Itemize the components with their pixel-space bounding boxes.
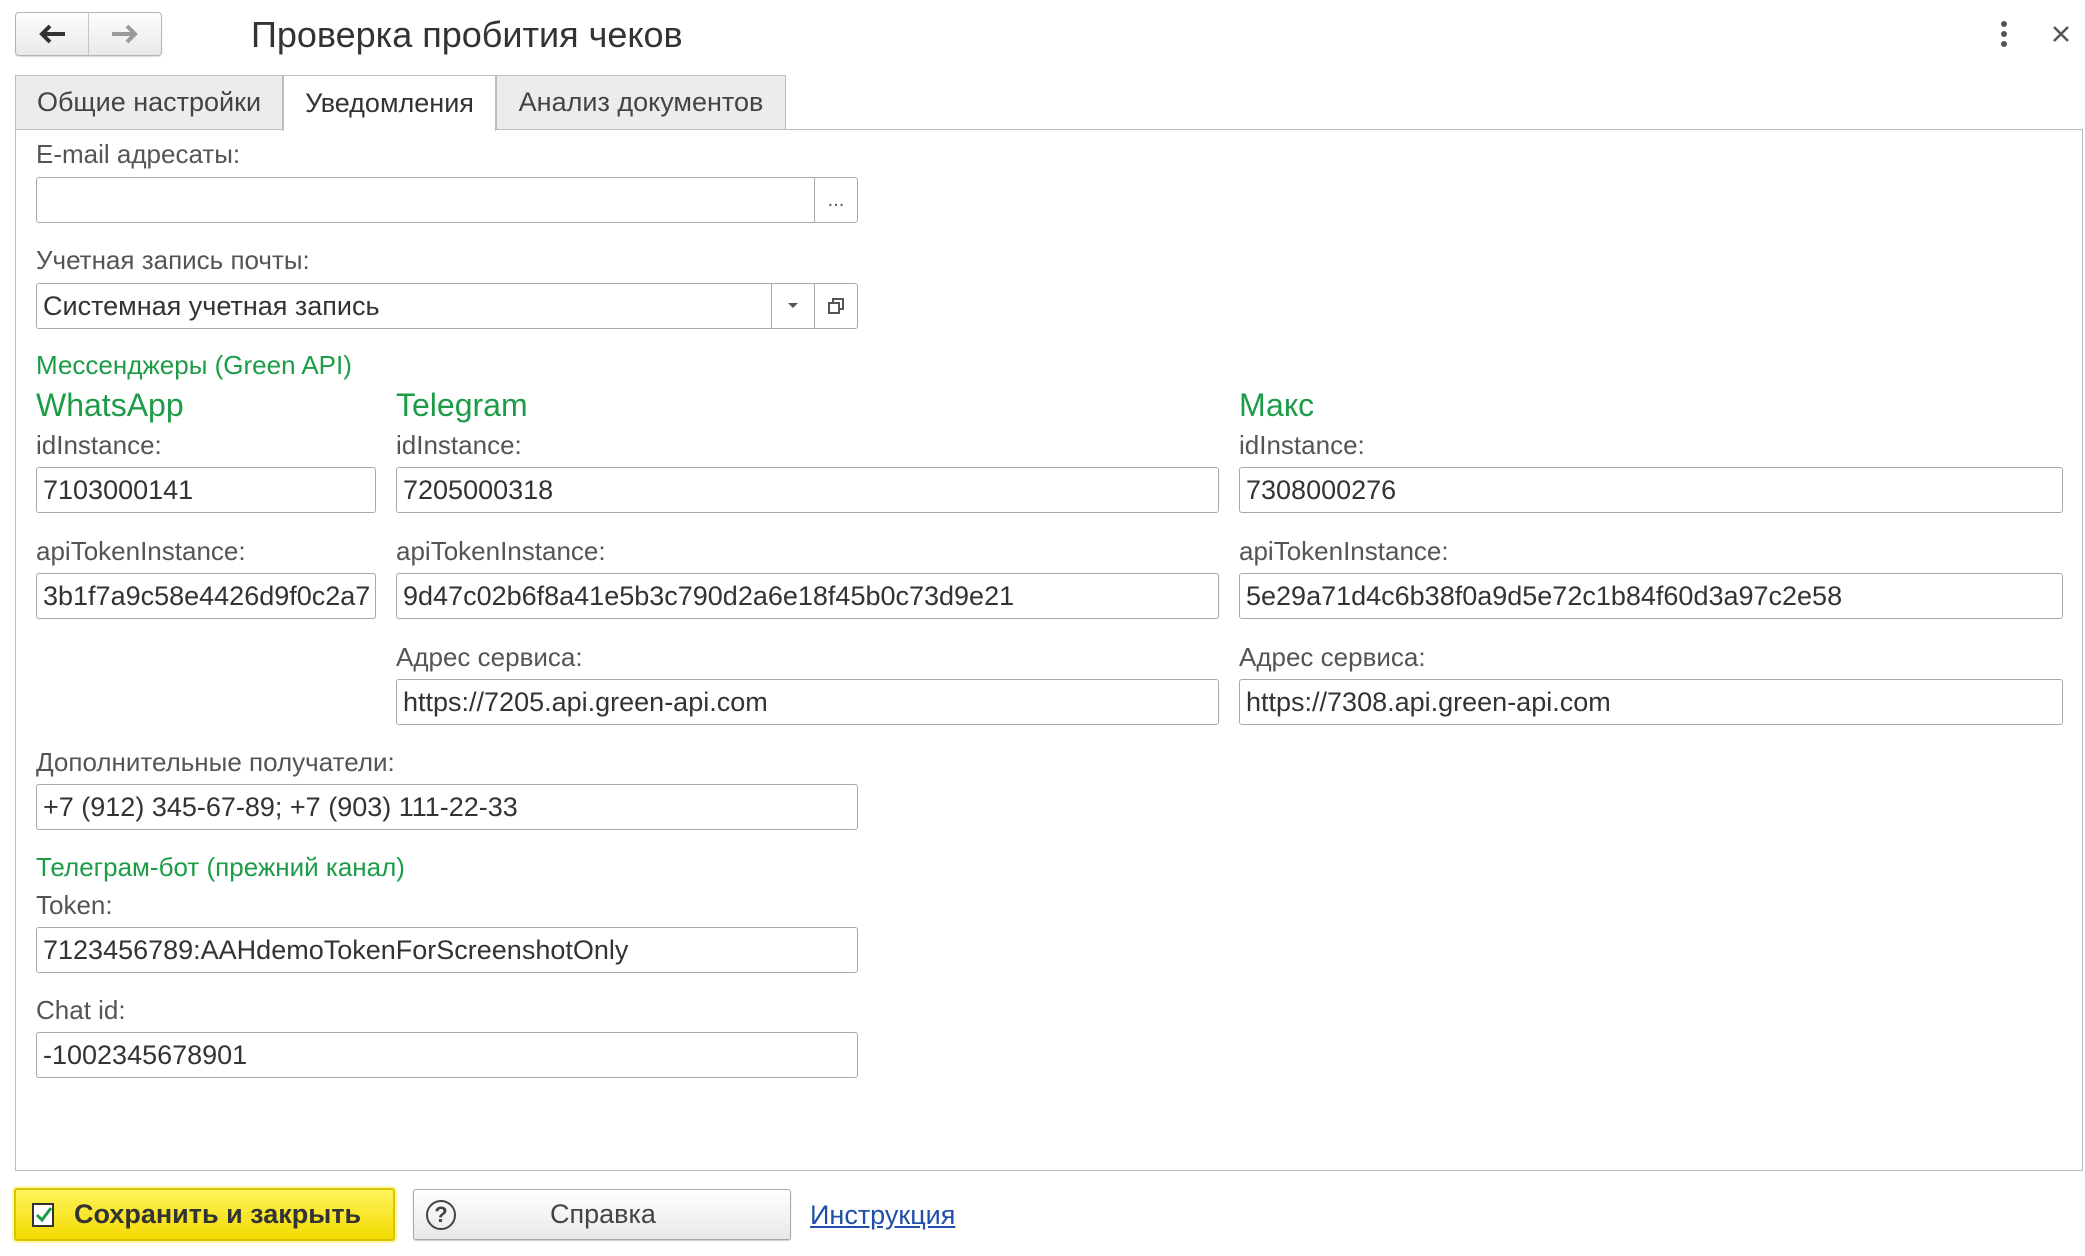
question-icon: ? <box>426 1199 456 1230</box>
telegram-id-label: idInstance: <box>396 430 522 460</box>
tab-general-settings[interactable]: Общие настройки <box>15 75 283 129</box>
telegram-token-field[interactable]: 9d47c02b6f8a41e5b3c790d2a6e18f45b0c73d9e… <box>396 573 1219 619</box>
telegram-service-field[interactable]: https://7205.api.green-api.com <box>396 679 1219 725</box>
save-and-close-label: Сохранить и закрыть <box>74 1199 362 1229</box>
max-token-value: 5e29a71d4c6b38f0a9d5e72c1b84f60d3a97c2e5… <box>1246 580 1843 611</box>
window-title: Проверка пробития чеков <box>251 14 683 55</box>
back-button[interactable] <box>16 13 88 55</box>
max-id-field[interactable]: 7308000276 <box>1239 467 2063 513</box>
bot-token-label: Token: <box>36 890 113 920</box>
email-field[interactable]: ... <box>36 177 858 223</box>
help-button[interactable]: ? Справка <box>413 1189 791 1240</box>
max-service-label: Адрес сервиса: <box>1239 642 1426 672</box>
max-token-field[interactable]: 5e29a71d4c6b38f0a9d5e72c1b84f60d3a97c2e5… <box>1239 573 2063 619</box>
forward-button[interactable] <box>88 13 161 55</box>
close-icon[interactable] <box>2046 18 2076 50</box>
telegram-token-label: apiTokenInstance: <box>396 536 606 566</box>
open-button[interactable] <box>814 284 857 328</box>
save-and-close-button[interactable]: Сохранить и закрыть <box>14 1188 395 1241</box>
chevron-down-icon <box>788 303 798 308</box>
whatsapp-token-label: apiTokenInstance: <box>36 536 246 566</box>
extra-recipients-label: Дополнительные получатели: <box>36 747 395 777</box>
telegram-bot-heading: Телеграм-бот (прежний канал) <box>36 852 405 882</box>
whatsapp-id-label: idInstance: <box>36 430 162 460</box>
bot-token-value: 7123456789:AAHdemoTokenForScreenshotOnly <box>43 934 629 965</box>
messengers-heading: Мессенджеры (Green API) <box>36 350 352 380</box>
telegram-title: Telegram <box>396 387 528 423</box>
mail-account-select[interactable]: Системная учетная запись <box>36 283 858 329</box>
chat-id-label: Chat id: <box>36 995 126 1025</box>
email-select-button[interactable]: ... <box>814 178 857 222</box>
extra-recipients-field[interactable]: +7 (912) 345-67-89; +7 (903) 111-22-33 <box>36 784 858 830</box>
mail-account-label: Учетная запись почты: <box>36 245 310 275</box>
max-title: Макс <box>1239 387 1315 423</box>
navigation-buttons <box>15 12 162 56</box>
arrow-left-icon <box>39 24 65 44</box>
help-label: Справка <box>550 1199 656 1229</box>
chat-id-value: -1002345678901 <box>43 1039 248 1070</box>
max-service-field[interactable]: https://7308.api.green-api.com <box>1239 679 2063 725</box>
arrow-right-icon <box>112 24 138 44</box>
telegram-token-value: 9d47c02b6f8a41e5b3c790d2a6e18f45b0c73d9e… <box>403 580 1015 611</box>
checkmark-document-icon <box>32 1202 54 1227</box>
instruction-link[interactable]: Инструкция <box>810 1200 955 1231</box>
whatsapp-token-value: 3b1f7a9c58e4426d9f0c2a7 <box>43 580 371 611</box>
tab-notifications[interactable]: Уведомления <box>283 75 496 131</box>
extra-recipients-value: +7 (912) 345-67-89; +7 (903) 111-22-33 <box>43 791 518 822</box>
chat-id-field[interactable]: -1002345678901 <box>36 1032 858 1078</box>
max-token-label: apiTokenInstance: <box>1239 536 1449 566</box>
max-id-label: idInstance: <box>1239 430 1365 460</box>
telegram-service-value: https://7205.api.green-api.com <box>403 686 768 717</box>
email-label: E-mail адресаты: <box>36 139 241 169</box>
telegram-id-value: 7205000318 <box>403 474 554 505</box>
open-window-icon <box>828 298 844 314</box>
more-vertical-icon[interactable] <box>1992 18 2016 50</box>
bot-token-field[interactable]: 7123456789:AAHdemoTokenForScreenshotOnly <box>36 927 858 973</box>
telegram-service-label: Адрес сервиса: <box>396 642 583 672</box>
tab-document-analysis[interactable]: Анализ документов <box>496 75 786 129</box>
whatsapp-title: WhatsApp <box>36 387 184 423</box>
whatsapp-id-value: 7103000141 <box>43 474 194 505</box>
max-service-value: https://7308.api.green-api.com <box>1246 686 1611 717</box>
max-id-value: 7308000276 <box>1246 474 1397 505</box>
whatsapp-token-field[interactable]: 3b1f7a9c58e4426d9f0c2a7 <box>36 573 376 619</box>
whatsapp-id-field[interactable]: 7103000141 <box>36 467 376 513</box>
mail-account-value: Системная учетная запись <box>43 290 380 321</box>
dropdown-button[interactable] <box>771 284 814 328</box>
telegram-id-field[interactable]: 7205000318 <box>396 467 1219 513</box>
